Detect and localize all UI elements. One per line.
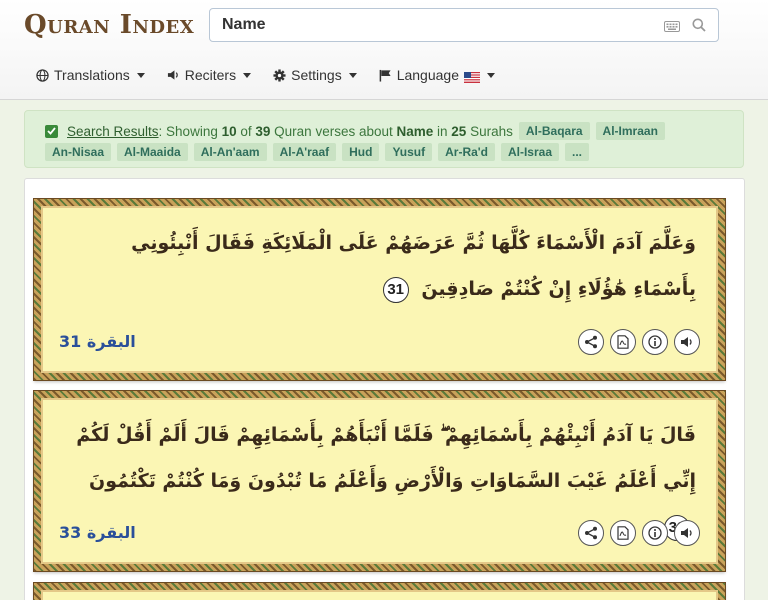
search-results-bar: Search Results : Showing 10 of 39 Quran … xyxy=(24,110,744,168)
surah-tag[interactable]: Yusuf xyxy=(385,143,433,161)
search-icon[interactable] xyxy=(692,18,706,37)
info-icon[interactable] xyxy=(642,520,668,546)
header: Quran Index Translations Reciters xyxy=(0,0,768,100)
chevron-down-icon xyxy=(243,72,252,78)
surah-tag[interactable]: Al-Baqara xyxy=(518,122,590,140)
surah-tag[interactable]: Al-Maaida xyxy=(117,143,188,161)
verse-text: وَعَلَّمَ آدَمَ الْأَسْمَاءَ كُلَّهَا ثُ… xyxy=(63,220,696,312)
logo-text: Quran Index xyxy=(24,10,195,40)
globe-icon xyxy=(36,68,49,82)
share-icon[interactable] xyxy=(578,329,604,355)
results-verses-about: Quran verses about xyxy=(270,123,397,139)
results-line-1: Search Results : Showing 10 of 39 Quran … xyxy=(45,122,665,140)
ayah-number: 31 xyxy=(382,276,409,303)
check-icon xyxy=(45,124,58,138)
verse-actions xyxy=(578,520,700,546)
results-showing-prefix: : Showing xyxy=(158,123,222,139)
surah-tag[interactable]: Al-An'aam xyxy=(193,143,267,161)
verse-card: وَعَلَّمَ آدَمَ الْأَسْمَاءَ كُلَّهَا ثُ… xyxy=(33,198,726,381)
surah-tag[interactable]: Al-Israa xyxy=(500,143,559,161)
chevron-down-icon xyxy=(348,72,357,78)
nav-translations[interactable]: Translations xyxy=(36,67,145,83)
nav-translations-label: Translations xyxy=(54,67,130,83)
search-results-link[interactable]: Search Results xyxy=(67,124,159,139)
surah-tag[interactable]: Ar-Ra'd xyxy=(438,143,495,161)
nav-language[interactable]: Language xyxy=(379,67,495,83)
share-icon[interactable] xyxy=(578,520,604,546)
results-of: of xyxy=(236,123,256,139)
results-term: Name xyxy=(396,123,434,139)
verse-actions xyxy=(578,329,700,355)
more-surahs-tag[interactable]: ... xyxy=(565,143,590,161)
results-in: in xyxy=(433,123,452,139)
nav-bar: Translations Reciters Settings Language xyxy=(36,62,517,88)
surah-tag[interactable]: Al-Imraan xyxy=(595,122,665,140)
volume-icon xyxy=(167,69,180,81)
verse-card-partial xyxy=(33,582,726,600)
nav-settings[interactable]: Settings xyxy=(273,67,357,83)
results-count: 10 xyxy=(221,123,237,139)
verse-reference[interactable]: البقرة 33 xyxy=(59,523,136,542)
search-input[interactable] xyxy=(222,16,642,34)
audio-icon[interactable] xyxy=(674,329,700,355)
chevron-down-icon xyxy=(487,72,495,78)
audio-icon[interactable] xyxy=(674,520,700,546)
results-total: 39 xyxy=(255,123,271,139)
flag-icon xyxy=(379,69,392,82)
results-surah-count: 25 xyxy=(451,123,467,139)
keyboard-icon[interactable] xyxy=(664,19,680,37)
verse-reference[interactable]: البقرة 31 xyxy=(59,332,136,351)
verse-arabic: قَالَ يَا آدَمُ أَنْبِئْهُمْ بِأَسْمَائِ… xyxy=(76,424,696,492)
logo[interactable]: Quran Index xyxy=(24,8,194,42)
nav-settings-label: Settings xyxy=(291,67,342,83)
results-surahs: Surahs xyxy=(466,123,513,139)
us-flag-icon xyxy=(464,70,480,83)
nav-reciters-label: Reciters xyxy=(184,67,237,83)
info-icon[interactable] xyxy=(642,329,668,355)
pdf-icon[interactable] xyxy=(610,520,636,546)
search-box xyxy=(209,8,719,42)
surah-tag[interactable]: An-Nisaa xyxy=(45,143,112,161)
results-line-2: An-Nisaa Al-Maaida Al-An'aam Al-A'raaf H… xyxy=(45,143,590,161)
verse-card: قَالَ يَا آدَمُ أَنْبِئْهُمْ بِأَسْمَائِ… xyxy=(33,390,726,572)
nav-reciters[interactable]: Reciters xyxy=(167,67,252,83)
verse-arabic: وَعَلَّمَ آدَمَ الْأَسْمَاءَ كُلَّهَا ثُ… xyxy=(131,232,696,300)
surah-tag[interactable]: Al-A'raaf xyxy=(272,143,337,161)
surah-tag[interactable]: Hud xyxy=(342,143,380,161)
pdf-icon[interactable] xyxy=(610,329,636,355)
nav-language-label: Language xyxy=(396,67,459,83)
gear-icon xyxy=(273,68,286,82)
chevron-down-icon xyxy=(136,72,145,78)
